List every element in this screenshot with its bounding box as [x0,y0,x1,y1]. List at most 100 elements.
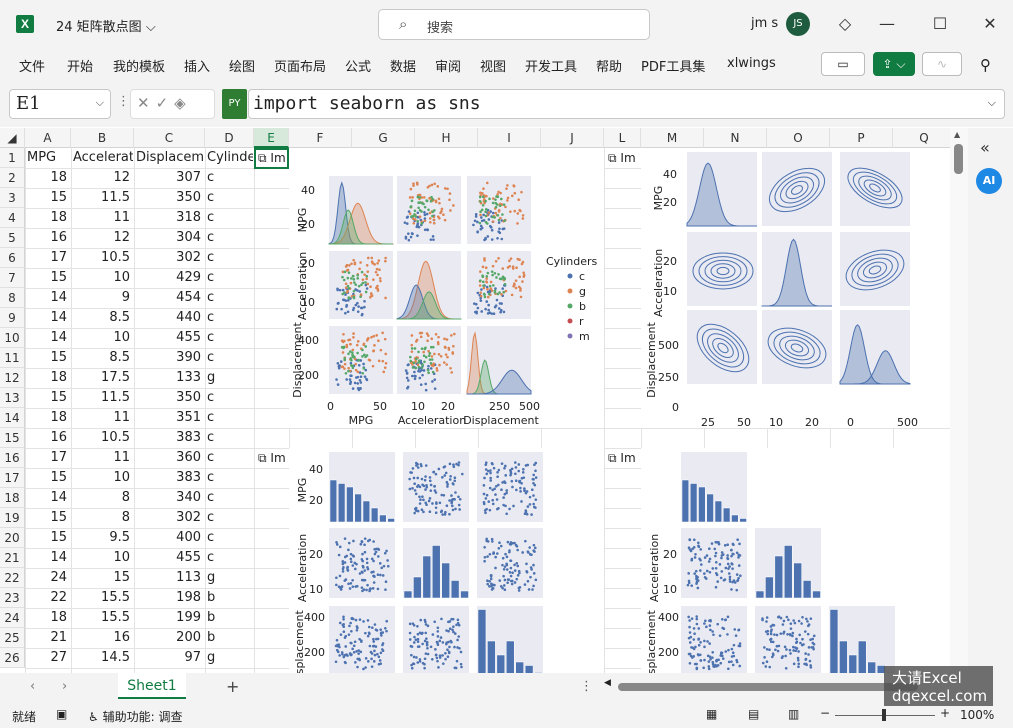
table-cell[interactable]: 200 [136,628,204,648]
pairplot-hue-image[interactable]: 40 20 20 10 400 200 0 50 10 20 250 500 M… [289,148,604,428]
col-header-f[interactable]: F [289,128,352,148]
table-cell[interactable]: 11 [73,208,133,228]
table-cell[interactable]: 14 [27,288,70,308]
table-cell[interactable]: 8 [73,508,133,528]
comments-button[interactable]: ▭ [821,52,865,76]
header-cell[interactable]: Displaceme [136,148,204,168]
table-cell[interactable]: 27 [27,648,70,668]
table-cell[interactable]: 15.5 [73,588,133,608]
table-cell[interactable]: 350 [136,388,204,408]
tab-help[interactable]: 帮助 [596,56,622,75]
normal-view-icon[interactable]: ▦ [706,707,717,721]
row-header[interactable]: 1 [0,148,25,168]
table-cell[interactable]: 199 [136,608,204,628]
row-header[interactable]: 16 [0,448,25,468]
table-cell[interactable]: 22 [27,588,70,608]
pairplot-kde-image[interactable]: 40 20 20 10 500 250 0 25 50 10 20 0 500 … [641,148,950,429]
scroll-up-icon[interactable]: ▲ [954,130,960,139]
table-cell[interactable]: 113 [136,568,204,588]
col-header-o[interactable]: O [767,128,830,148]
zoom-out-button[interactable]: − [820,706,830,720]
sheet-tab[interactable]: Sheet1 [118,673,186,699]
expand-formula-icon[interactable]: ⌵ [988,96,996,110]
table-cell[interactable]: 16 [27,228,70,248]
tab-my-templates[interactable]: 我的模板 [113,56,165,75]
table-cell[interactable]: 15.5 [73,608,133,628]
header-cell[interactable]: Cylinde [207,148,253,168]
header-cell[interactable]: Accelerati [73,148,133,168]
table-cell[interactable]: 15 [27,468,70,488]
col-header-c[interactable]: C [134,128,205,148]
table-cell[interactable]: c [207,288,253,308]
table-cell[interactable]: 11 [73,448,133,468]
zoom-level[interactable]: 100% [960,708,994,722]
table-cell[interactable]: 318 [136,208,204,228]
table-cell[interactable]: 10 [73,328,133,348]
worksheet-grid[interactable]: ◢ A B C D E F G H I J L M N O P Q 123456… [0,128,968,673]
tab-view[interactable]: 视图 [480,56,506,75]
zoom-in-button[interactable]: + [940,706,950,720]
table-cell[interactable]: 10 [73,468,133,488]
table-cell[interactable]: 14 [27,308,70,328]
scroll-thumb[interactable] [954,144,963,174]
table-cell[interactable]: c [207,268,253,288]
col-header-a[interactable]: A [25,128,71,148]
select-all[interactable]: ◢ [0,128,25,148]
col-header-e[interactable]: E [254,128,289,148]
col-header-n[interactable]: N [704,128,767,148]
next-sheet-icon[interactable]: › [62,679,67,694]
formula-actions[interactable]: ✕✓◈ [130,89,215,119]
table-cell[interactable]: g [207,368,253,388]
close-button[interactable]: ✕ [975,10,1005,38]
col-header-j[interactable]: J [541,128,604,148]
row-header[interactable]: 9 [0,308,25,328]
row-header[interactable]: 25 [0,628,25,648]
table-cell[interactable]: 10 [73,268,133,288]
table-cell[interactable]: c [207,328,253,348]
table-cell[interactable]: c [207,468,253,488]
table-cell[interactable]: c [207,508,253,528]
row-header[interactable]: 13 [0,388,25,408]
table-cell[interactable]: 18 [27,208,70,228]
table-cell[interactable]: 11.5 [73,188,133,208]
row-header[interactable]: 8 [0,288,25,308]
row-header[interactable]: 15 [0,428,25,448]
table-cell[interactable]: 16 [27,428,70,448]
table-cell[interactable]: 9.5 [73,528,133,548]
row-header[interactable]: 14 [0,408,25,428]
table-cell[interactable]: 8.5 [73,308,133,328]
table-cell[interactable]: 8.5 [73,348,133,368]
tab-file[interactable]: 文件 [19,56,45,75]
col-header-p[interactable]: P [830,128,893,148]
table-cell[interactable]: 18 [27,608,70,628]
maximize-button[interactable]: ☐ [925,10,955,38]
minimize-button[interactable]: — [872,10,902,38]
table-cell[interactable]: 17 [27,448,70,468]
table-cell[interactable]: c [207,208,253,228]
table-cell[interactable]: 340 [136,488,204,508]
col-header-l[interactable]: L [604,128,641,148]
table-cell[interactable]: c [207,448,253,468]
table-cell[interactable]: 360 [136,448,204,468]
row-header[interactable]: 5 [0,228,25,248]
table-cell[interactable]: 11 [73,408,133,428]
document-title[interactable]: 24 矩阵散点图 ⌵ [56,16,156,35]
table-cell[interactable]: 16 [73,628,133,648]
row-header[interactable]: 21 [0,548,25,568]
row-header[interactable]: 18 [0,488,25,508]
table-cell[interactable]: 14 [27,488,70,508]
zoom-slider-thumb[interactable] [882,709,886,721]
share-button[interactable]: ⇪ ⌵ [873,52,915,76]
col-header-q[interactable]: Q [893,128,956,148]
table-cell[interactable]: 383 [136,468,204,488]
table-cell[interactable]: 133 [136,368,204,388]
table-cell[interactable]: g [207,568,253,588]
tab-developer[interactable]: 开发工具 [525,56,577,75]
table-cell[interactable]: c [207,228,253,248]
table-cell[interactable]: 24 [27,568,70,588]
tab-pdf-tools[interactable]: PDF工具集 [641,56,705,75]
table-cell[interactable]: 10.5 [73,248,133,268]
table-cell[interactable]: 302 [136,508,204,528]
table-cell[interactable]: c [207,248,253,268]
table-cell[interactable]: c [207,548,253,568]
